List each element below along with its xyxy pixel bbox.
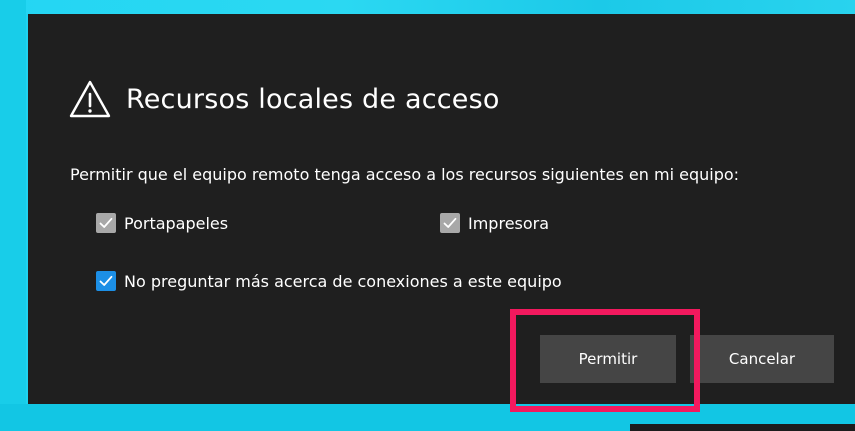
dialog-header: Recursos locales de acceso — [68, 77, 500, 121]
checkmark-icon — [99, 217, 113, 228]
dont-ask-option[interactable]: No preguntar más acerca de conexiones a … — [96, 271, 562, 291]
background-strip-top — [0, 0, 855, 14]
cancel-button[interactable]: Cancelar — [690, 335, 834, 383]
background-strip-left — [0, 0, 26, 431]
clipboard-checkbox[interactable] — [96, 213, 116, 233]
clipboard-label: Portapapeles — [124, 213, 229, 233]
dont-ask-checkbox[interactable] — [96, 271, 116, 291]
clipboard-option[interactable]: Portapapeles — [96, 213, 228, 233]
printer-checkbox[interactable] — [440, 213, 460, 233]
checkmark-icon — [99, 275, 113, 286]
local-resources-dialog: Recursos locales de acceso Permitir que … — [28, 14, 855, 404]
allow-button[interactable]: Permitir — [540, 335, 676, 383]
taskbar-strip — [630, 424, 855, 431]
printer-option[interactable]: Impresora — [440, 213, 549, 233]
checkmark-icon — [443, 217, 457, 228]
warning-triangle-icon — [69, 80, 111, 118]
dont-ask-label: No preguntar más acerca de conexiones a … — [124, 271, 562, 291]
dialog-title: Recursos locales de acceso — [126, 83, 500, 115]
dialog-description: Permitir que el equipo remoto tenga acce… — [70, 165, 740, 184]
printer-label: Impresora — [468, 213, 550, 233]
